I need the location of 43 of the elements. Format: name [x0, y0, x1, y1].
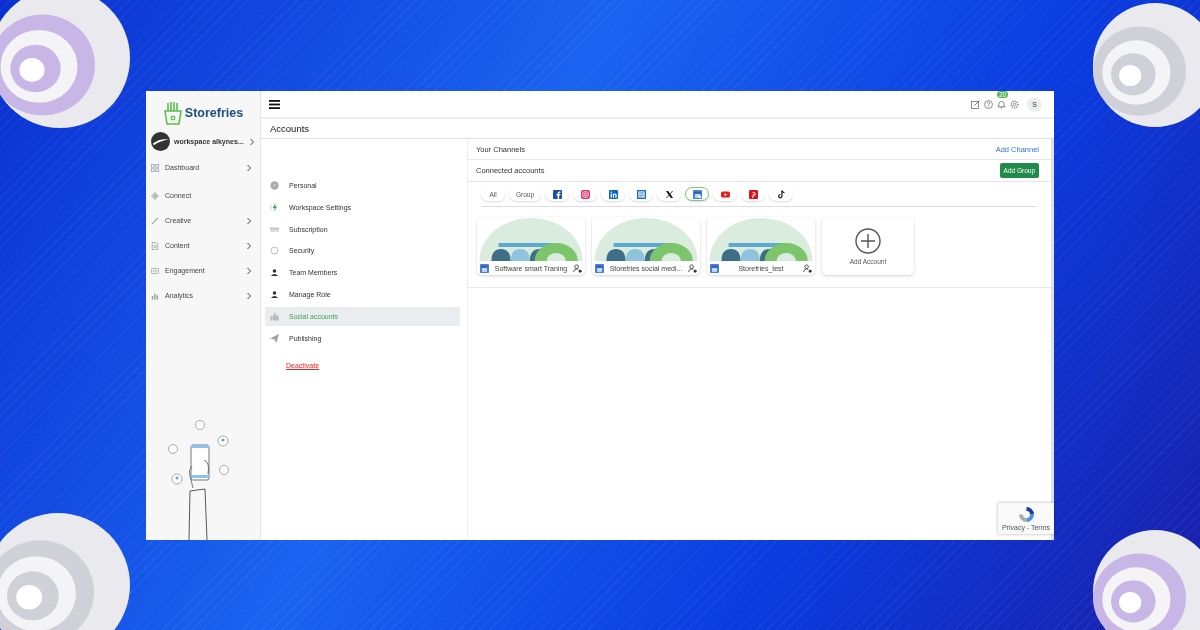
people-icon [270, 268, 279, 278]
store-icon [692, 189, 702, 199]
filter-chip[interactable] [657, 187, 682, 201]
people-icon [270, 290, 279, 299]
edit-icon[interactable] [971, 99, 980, 109]
grid-icon [151, 163, 159, 172]
bar-chart-icon [151, 291, 159, 300]
chevron-icon [249, 137, 255, 146]
music-note-icon [776, 189, 786, 199]
menu-icon[interactable] [269, 99, 280, 109]
brand-name: Storefries [184, 106, 244, 120]
brush-icon [151, 216, 159, 225]
circle-icon [270, 246, 279, 256]
camera-icon [580, 189, 590, 199]
document-icon [636, 189, 646, 199]
card-icon [270, 224, 279, 234]
store-icon [595, 263, 604, 273]
compass-icon [270, 181, 279, 190]
paper-plane-icon [270, 333, 279, 343]
user-settings-icon[interactable] [688, 263, 697, 273]
lightning-icon [270, 202, 279, 212]
fries-icon [162, 101, 183, 125]
social-icon [552, 189, 562, 199]
page-title: Accounts [261, 119, 1054, 139]
social-icon [608, 189, 618, 199]
cross-icon [664, 189, 674, 199]
atom-icon [151, 191, 159, 200]
store-icon [710, 263, 719, 273]
user-settings-icon[interactable] [573, 263, 582, 273]
user-settings-icon[interactable] [803, 263, 812, 273]
card-icon [151, 266, 159, 275]
settings-icon[interactable] [1010, 99, 1019, 109]
recaptcha-icon [1017, 506, 1035, 523]
filter-chip[interactable] [545, 187, 570, 201]
plus-icon [855, 227, 881, 254]
pin-icon [748, 189, 758, 199]
filter-chip[interactable] [769, 187, 794, 201]
bell-icon[interactable] [997, 99, 1006, 109]
play-icon [720, 189, 730, 199]
store-icon [480, 263, 489, 273]
thumbs-up-icon [270, 311, 279, 321]
avatar-icon [151, 132, 170, 151]
document-icon [151, 241, 159, 250]
